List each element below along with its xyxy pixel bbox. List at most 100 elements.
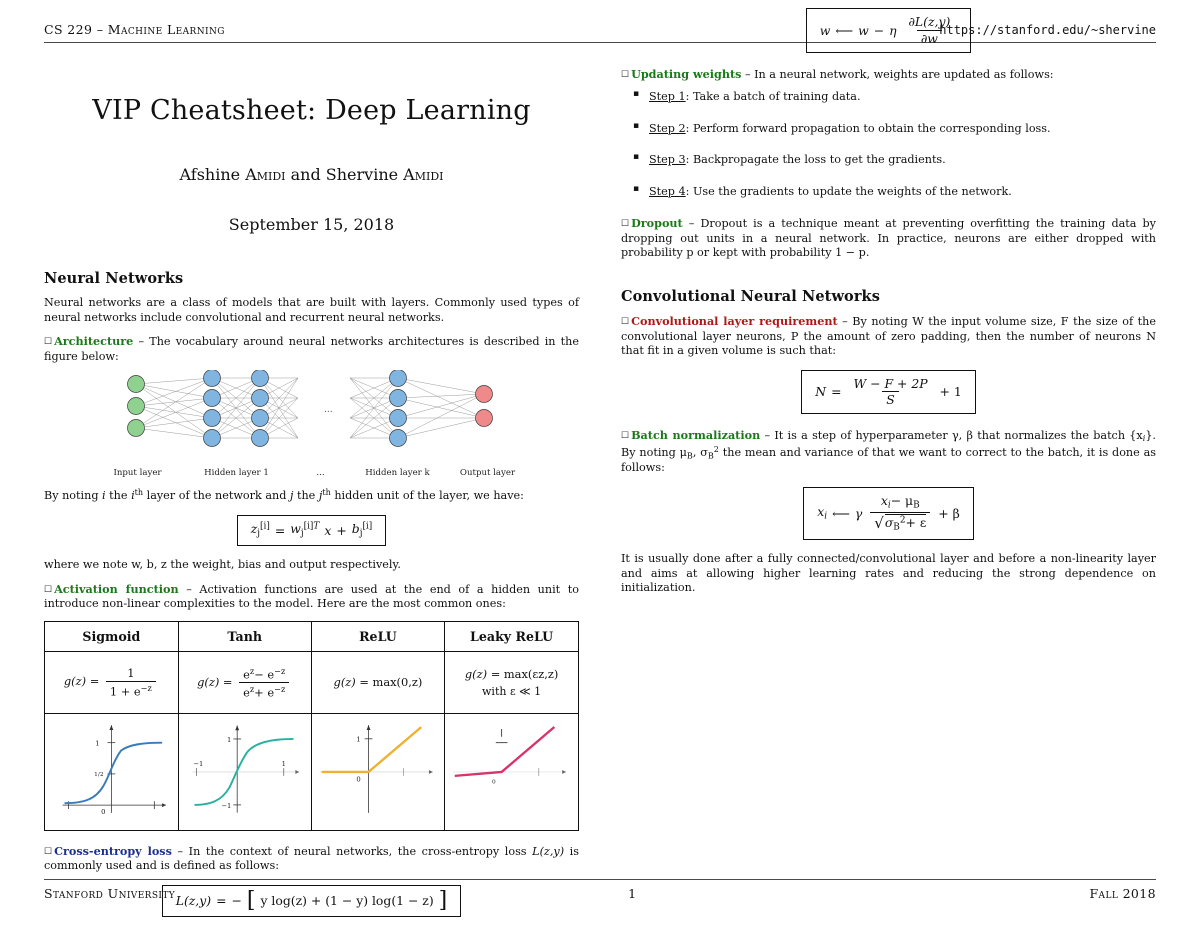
equation-z-wrap: zj[i] = wj[i]T x + bj[i]	[44, 515, 579, 547]
step-1-name: Step 1	[649, 90, 686, 104]
conv-den: S	[882, 391, 899, 407]
table-plot-row: 1 1/2 0 −1 1 1 −1 1 0 0	[44, 712, 579, 831]
bullet-square-icon: ☐	[621, 69, 630, 80]
plot-sigmoid: 1 1/2 0	[44, 712, 179, 831]
sigmoid-den: 1 + e	[109, 684, 141, 699]
crossentropy-text-1: – In the context of neural networks, the…	[171, 844, 533, 858]
bn-gamma: γ	[854, 505, 863, 521]
closing-paragraph: It is usually done after a fully connect…	[621, 552, 1156, 595]
activation-function-table: Sigmoid Tanh ReLU Leaky ReLU g(z) = 1 1 +…	[44, 620, 579, 831]
label-output-layer: Output layer	[459, 468, 516, 479]
leaky-eq: =	[490, 666, 501, 681]
steps-list: Step 1: Take a batch of training data. S…	[621, 89, 1156, 200]
equation-z: zj[i] = wj[i]T x + bj[i]	[236, 515, 387, 547]
bn-num-rest-sub: B	[913, 500, 920, 511]
tanh-den-a: e	[243, 685, 250, 700]
svg-text:0: 0	[101, 808, 105, 816]
equation-conv-wrap: N = W − F + 2P S + 1	[621, 369, 1156, 414]
relu-eq: =	[359, 675, 369, 690]
leaky-lhs: g(z)	[464, 666, 488, 681]
page-footer: Stanford University 1 Fall 2018	[44, 879, 1156, 901]
svg-text:1: 1	[227, 736, 231, 744]
svg-text:1: 1	[356, 736, 360, 744]
conv-equals: =	[831, 384, 842, 399]
conv-lhs: N	[815, 384, 827, 399]
svg-text:0: 0	[492, 779, 496, 785]
right-column: ☐Learning rate – The learning rate, ofte…	[621, 0, 1156, 605]
architecture-tag: Architecture	[54, 334, 134, 349]
noting-t4: the	[293, 489, 319, 503]
table-formula-row: g(z) = 1 1 + e−z g(z) = ez− e−z ez+ e−z g…	[44, 650, 579, 714]
tanh-num-a: e	[243, 666, 250, 681]
noting-th2: th	[322, 488, 331, 498]
conv-requirement-tag: Convolutional layer requirement	[631, 314, 838, 328]
leaky-expr: max(εz,z)	[503, 666, 559, 681]
eq-z-equals: =	[274, 522, 286, 538]
neural-network-figure: ...	[44, 370, 579, 462]
page-title: VIP Cheatsheet: Deep Learning	[92, 95, 531, 126]
updating-weights-text: – In a neural network, weights are updat…	[741, 67, 1054, 81]
label-hidden-layer-k: Hidden layer k	[365, 468, 430, 479]
bn-den-rest: + ε	[905, 514, 927, 530]
activation-paragraph: ☐ Activation function – Activation functi…	[44, 582, 579, 612]
bn-num-x: x	[880, 492, 888, 508]
nn-layer-labels: Input layer Hidden layer 1 ... Hidden la…	[44, 468, 579, 478]
header-tanh: Tanh	[177, 620, 312, 652]
eq-z-plus: +	[336, 522, 347, 538]
dropout-tag: Dropout	[631, 216, 683, 231]
tanh-lhs: g(z)	[197, 674, 220, 689]
step-3-text: : Backpropagate the loss to get the grad…	[685, 153, 946, 167]
dropout-paragraph: ☐ Dropout – Dropout is a technique meant …	[621, 216, 1156, 261]
equation-batch-norm-wrap: xi ⟵ γ xi− μB √ σB2+ ε + β	[621, 486, 1156, 541]
cheatsheet-page: CS 229 – Machine Learning https://stanfo…	[0, 0, 1200, 927]
tanh-num-b: − e	[254, 666, 275, 681]
header-leaky-relu: Leaky ReLU	[444, 620, 579, 652]
eq-z-b-sup: [i]	[362, 521, 373, 532]
left-column: VIP Cheatsheet: Deep Learning Afshine Am…	[44, 65, 579, 929]
batch-norm-paragraph: ☐ Batch normalization – It is a step of h…	[621, 428, 1156, 476]
step-2-name: Step 2	[649, 121, 686, 135]
noting-t1: By noting	[44, 489, 103, 503]
updating-weights-tag: Updating weights	[631, 66, 742, 81]
header-relu: ReLU	[310, 620, 446, 652]
tanh-den-b: + e	[254, 685, 275, 700]
section-neural-networks: Neural Networks	[44, 270, 184, 287]
wu-minus: −	[873, 22, 885, 38]
footer-term: Fall 2018	[1089, 886, 1156, 901]
plot-tanh: −1 1 1 −1	[177, 712, 312, 831]
bn-text-3: , σ	[692, 445, 708, 459]
wu-den: ∂w	[916, 29, 942, 46]
relu-expr: max(0,z)	[372, 675, 423, 690]
svg-text:1: 1	[281, 760, 285, 768]
equation-batch-norm: xi ⟵ γ xi− μB √ σB2+ ε + β	[803, 486, 974, 541]
two-column-body: VIP Cheatsheet: Deep Learning Afshine Am…	[44, 8, 1156, 929]
bn-tail: + β	[938, 505, 960, 521]
equation-conv: N = W − F + 2P S + 1	[801, 369, 976, 414]
wu-num: ∂L(z,y)	[908, 14, 951, 30]
bullet-square-icon: ☐	[621, 317, 630, 327]
list-item: Step 3: Backpropagate the loss to get th…	[633, 152, 1156, 168]
equation-weight-update-wrap: w ⟵ w − η ∂L(z,y) ∂w	[621, 8, 1156, 53]
bullet-square-icon: ☐	[44, 337, 53, 348]
noting-th1: th	[134, 488, 144, 498]
label-ellipsis: ...	[316, 468, 325, 479]
eq-z-b: b	[351, 521, 360, 536]
bullet-square-icon: ☐	[44, 584, 53, 595]
footer-page-number: 1	[628, 886, 637, 901]
updating-weights-paragraph: ☐ Updating weights – In a neural network,…	[621, 67, 1156, 83]
intro-paragraph: Neural networks are a class of models th…	[44, 296, 579, 324]
label-hidden-layer-1: Hidden layer 1	[204, 468, 269, 479]
bn-text-1: – It is a step of hyperparameter γ, β th…	[760, 428, 1143, 442]
plot-relu: 1 0	[310, 712, 446, 831]
title-block: VIP Cheatsheet: Deep Learning Afshine Am…	[44, 65, 579, 234]
svg-text:−1: −1	[193, 760, 203, 768]
leaky-relu-plot-svg: 0	[453, 725, 567, 785]
crossentropy-L: L(z,y)	[532, 844, 565, 858]
activation-tag: Activation function	[54, 581, 179, 596]
eq-z-w: w	[290, 521, 301, 536]
sigmoid-den-sup: −z	[140, 683, 152, 694]
noting-t2: the	[105, 489, 132, 503]
author1-last: Amidi	[245, 165, 286, 184]
tanh-plot-svg: −1 1 1 −1	[192, 725, 300, 813]
list-item: Step 4: Use the gradients to update the …	[633, 184, 1156, 200]
